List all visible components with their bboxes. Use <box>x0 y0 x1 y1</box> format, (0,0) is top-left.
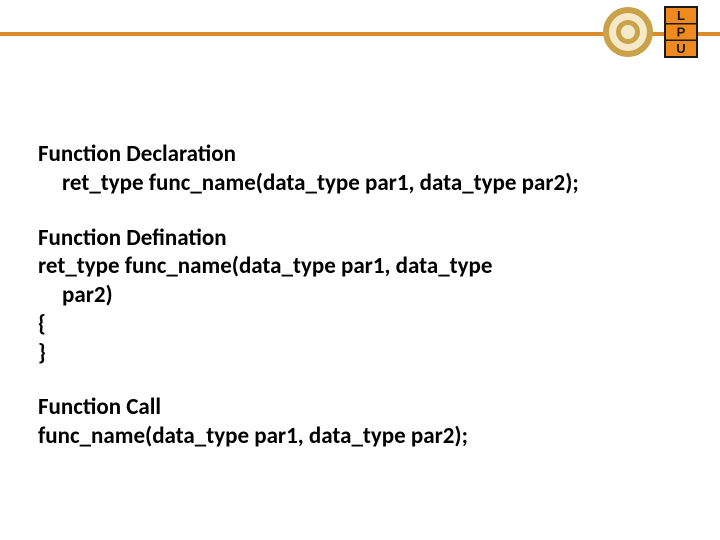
section-heading: Function Defination <box>38 224 682 253</box>
university-seal-icon <box>602 6 654 58</box>
slide-content: Function Declaration ret_type func_name(… <box>38 140 682 477</box>
section-heading: Function Call <box>38 393 682 422</box>
lpu-logo-icon: L P U <box>664 6 698 58</box>
code-line: func_name(data_type par1, data_type par2… <box>38 422 682 451</box>
section-declaration: Function Declaration ret_type func_name(… <box>38 140 682 198</box>
lpu-letter-p: P <box>677 25 686 40</box>
lpu-letter-l: L <box>677 8 685 23</box>
code-line: } <box>38 339 682 368</box>
section-heading: Function Declaration <box>38 140 682 169</box>
code-line: ret_type func_name(data_type par1, data_… <box>38 169 682 198</box>
lpu-letter-u: U <box>676 41 685 56</box>
code-line: par2) <box>38 281 682 310</box>
section-definition: Function Defination ret_type func_name(d… <box>38 224 682 368</box>
section-call: Function Call func_name(data_type par1, … <box>38 393 682 451</box>
code-line: { <box>38 310 682 339</box>
code-line: ret_type func_name(data_type par1, data_… <box>38 252 682 281</box>
